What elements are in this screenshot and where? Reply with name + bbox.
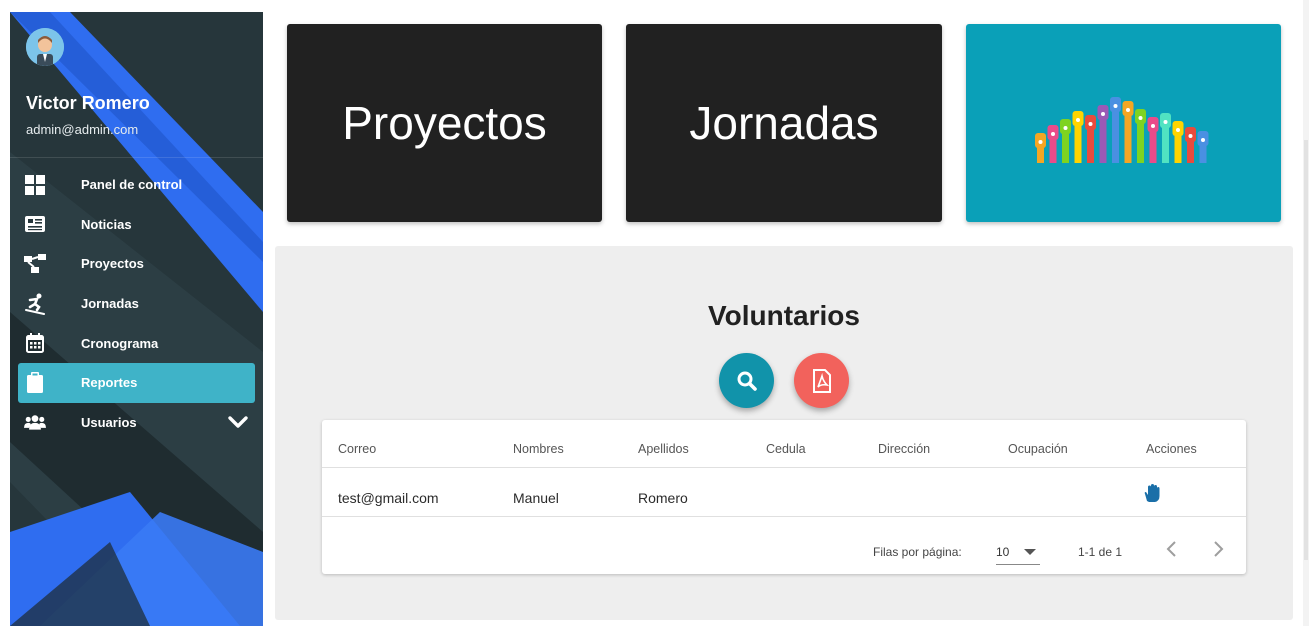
- proyectos-card-title: Proyectos: [342, 97, 547, 149]
- voluntarios-panel: Voluntarios Correo Nombres Apellidos Ced…: [275, 246, 1293, 620]
- user-name: Victor Romero: [26, 93, 150, 113]
- raised-hand: [1084, 115, 1096, 163]
- sidebar-item-cronograma[interactable]: Cronograma: [18, 323, 255, 363]
- search-icon: [737, 371, 757, 391]
- cell-nombres: Manuel: [513, 490, 559, 506]
- user-email: admin@admin.com: [26, 122, 139, 137]
- raised-hand: [1184, 127, 1196, 163]
- raised-hand: [1172, 121, 1183, 163]
- next-page-button[interactable]: [1206, 537, 1230, 561]
- sidebar-item-label: Proyectos: [81, 256, 144, 272]
- pagination-range: 1-1 de 1: [1078, 545, 1123, 559]
- raised-hand: [1197, 131, 1208, 163]
- raised-hand: [1134, 109, 1146, 163]
- column-header-cedula[interactable]: Cedula: [766, 442, 806, 456]
- sidebar-item-reportes[interactable]: Reportes: [18, 362, 255, 403]
- project-diagram-icon: [24, 253, 46, 275]
- sidebar: Victor Romero admin@admin.com Panel de c…: [10, 12, 263, 626]
- caret-down-icon: [1024, 549, 1036, 555]
- column-header-nombres[interactable]: Nombres: [513, 442, 564, 456]
- sidebar-item-label: Usuarios: [81, 414, 137, 430]
- raised-hand: [1047, 125, 1058, 163]
- sidebar-item-label: Cronograma: [81, 335, 159, 351]
- snowboarding-icon: [24, 293, 46, 315]
- raised-hand: [1159, 113, 1171, 163]
- raised-hand: [1147, 117, 1158, 163]
- column-header-direccion[interactable]: Dirección: [878, 442, 930, 456]
- cell-correo: test@gmail.com: [338, 490, 439, 506]
- previous-page-button[interactable]: [1160, 537, 1184, 561]
- sidebar-item-label: Noticias: [81, 216, 132, 232]
- users-icon: [24, 411, 46, 433]
- raised-hand: [1072, 111, 1083, 163]
- header-divider: [322, 467, 1246, 468]
- calendar-icon: [24, 332, 46, 354]
- sidebar-item-jornadas[interactable]: Jornadas: [18, 284, 255, 324]
- user-avatar[interactable]: [26, 28, 64, 66]
- rows-per-page-value: 10: [996, 545, 1010, 559]
- cell-apellidos: Romero: [638, 490, 688, 506]
- raised-hand: [1034, 133, 1046, 163]
- raised-hand: [1059, 119, 1071, 163]
- avatar-image: [26, 28, 64, 66]
- sidebar-item-panel-de-control[interactable]: Panel de control: [18, 165, 255, 205]
- raised-hand: [1097, 105, 1108, 163]
- hand-icon[interactable]: [1142, 483, 1162, 503]
- chevron-right-icon: [1214, 541, 1224, 557]
- chevron-left-icon: [1166, 541, 1176, 557]
- proyectos-card[interactable]: Proyectos: [287, 24, 602, 222]
- column-header-ocupacion[interactable]: Ocupación: [1008, 442, 1068, 456]
- raised-hand: [1109, 97, 1121, 163]
- sidebar-item-proyectos[interactable]: Proyectos: [18, 244, 255, 284]
- row-divider: [322, 516, 1246, 517]
- column-header-acciones: Acciones: [1146, 442, 1197, 456]
- pdf-icon: [812, 368, 831, 393]
- page-title: Voluntarios: [708, 300, 860, 331]
- raised-hands-image: [1034, 97, 1208, 163]
- user-profile: Victor Romero admin@admin.com: [10, 12, 263, 158]
- newspaper-icon: [24, 213, 46, 235]
- rows-per-page-select[interactable]: 10: [996, 535, 1040, 565]
- volunteer-hands-card[interactable]: [966, 24, 1281, 222]
- sidebar-item-label: Panel de control: [81, 177, 183, 193]
- export-pdf-button[interactable]: [794, 353, 849, 408]
- column-header-correo[interactable]: Correo: [338, 442, 376, 456]
- jornadas-card-title: Jornadas: [689, 97, 879, 149]
- sidebar-item-label: Jornadas: [81, 296, 139, 312]
- scrollbar-thumb[interactable]: [1304, 140, 1308, 560]
- sidebar-item-label: Reportes: [81, 375, 138, 391]
- column-header-apellidos[interactable]: Apellidos: [638, 442, 689, 456]
- rows-per-page-label: Filas por página:: [873, 545, 962, 559]
- clipboard-icon: [24, 372, 46, 394]
- sidebar-item-usuarios[interactable]: Usuarios: [18, 403, 255, 443]
- chevron-down-icon[interactable]: [227, 411, 249, 433]
- raised-hand: [1122, 101, 1133, 163]
- sidebar-item-noticias[interactable]: Noticias: [18, 205, 255, 245]
- search-button[interactable]: [719, 353, 774, 408]
- voluntarios-table: Correo Nombres Apellidos Cedula Direcció…: [322, 420, 1246, 574]
- jornadas-card[interactable]: Jornadas: [626, 24, 942, 222]
- sidebar-nav: Panel de control Noticias Proyectos Jorn…: [18, 165, 255, 442]
- dashboard-icon: [24, 174, 46, 196]
